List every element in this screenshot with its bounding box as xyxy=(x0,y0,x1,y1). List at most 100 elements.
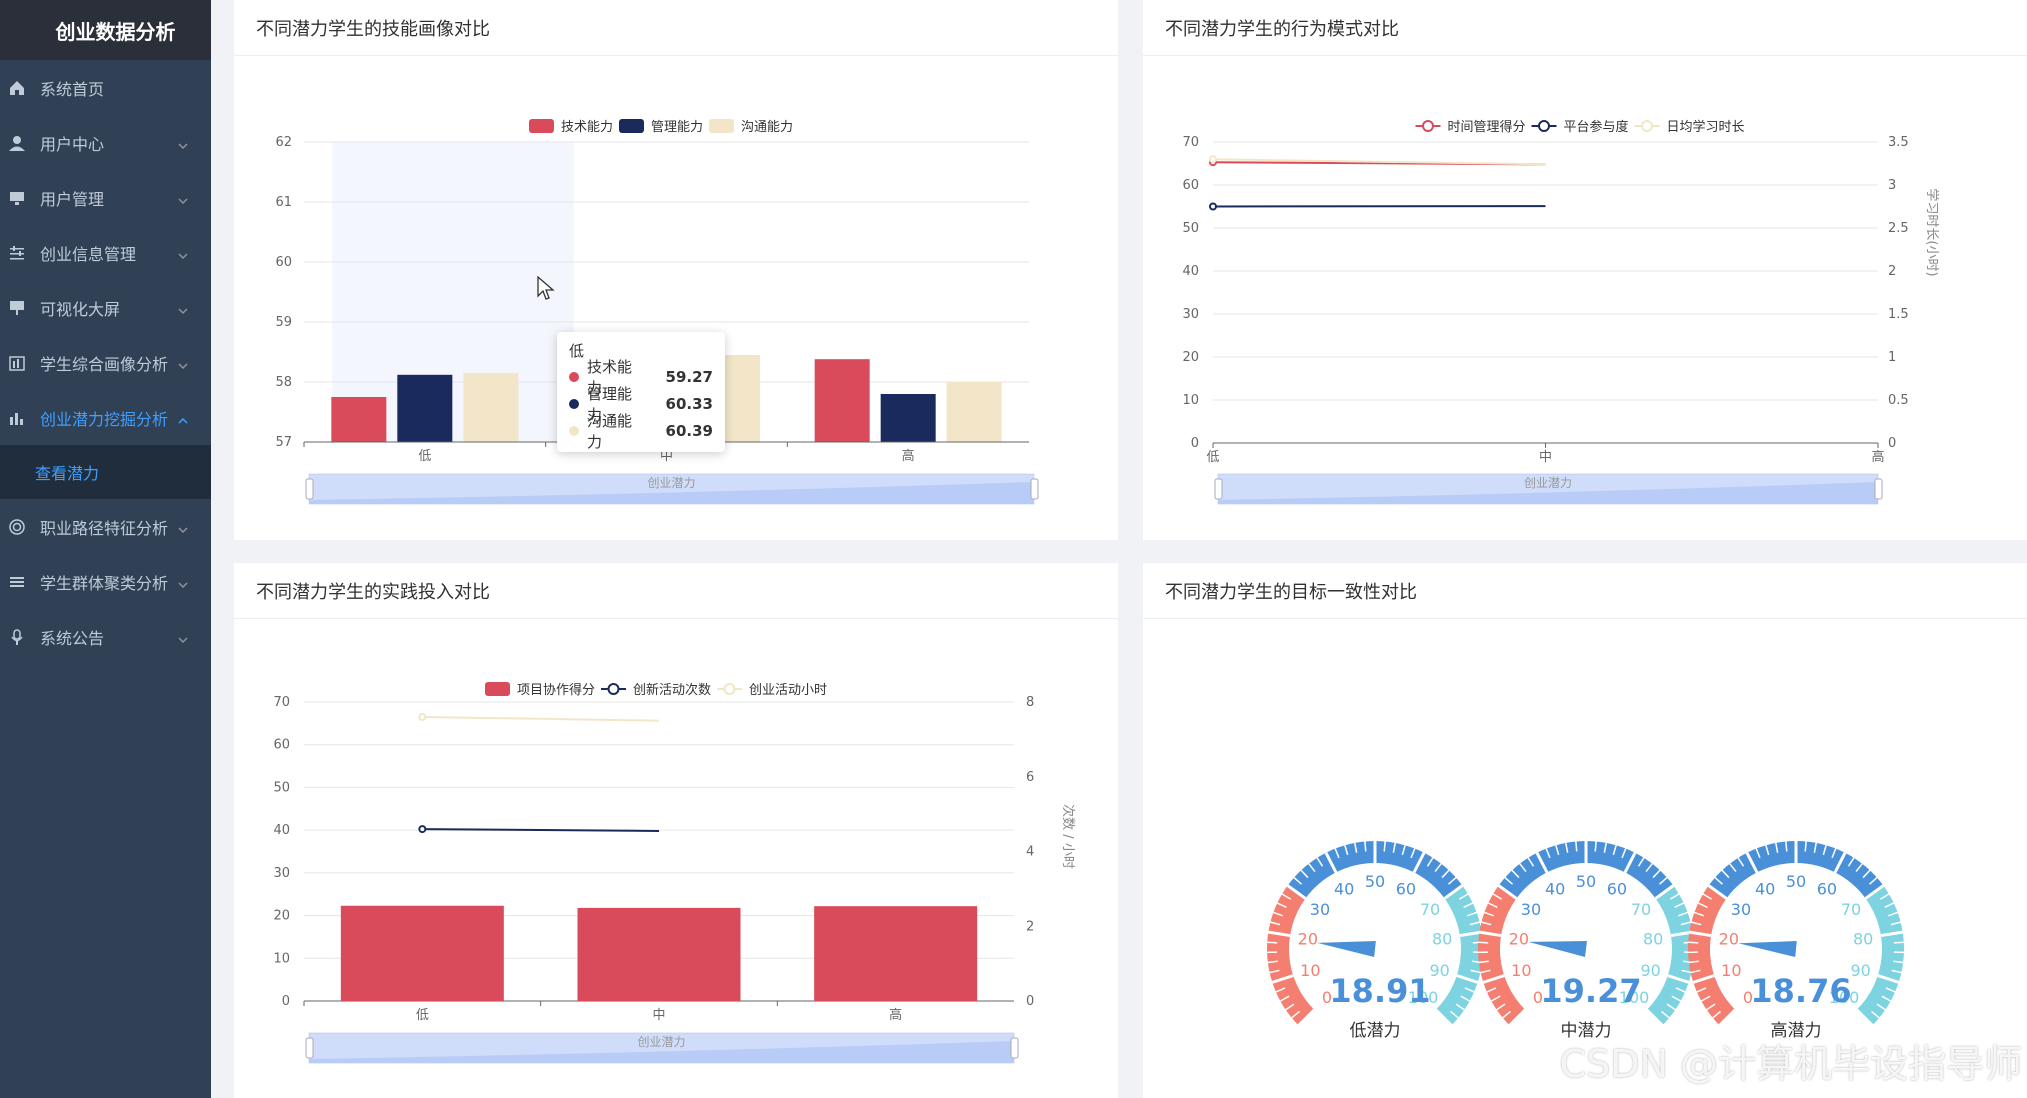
y2-tick-label: 2.5 xyxy=(1888,221,1909,236)
tooltip-row: 沟通能力 60.39 xyxy=(569,412,713,451)
sidebar-item-8[interactable]: 学生群体聚类分析 xyxy=(0,554,211,609)
chevron-down-icon xyxy=(177,247,189,259)
legend-item[interactable]: 管理能力 xyxy=(619,119,703,135)
goal-card: 不同潜力学生的目标一致性对比 0 10 20 30 40 50 60 70 80 90 100 18.… xyxy=(1143,563,2027,1098)
y-tick-label: 61 xyxy=(275,195,292,210)
y-tick-label: 60 xyxy=(1182,178,1199,193)
sidebar-item-label: 创业潜力挖掘分析 xyxy=(40,409,169,429)
sidebar-item-9[interactable]: 系统公告 xyxy=(0,609,211,664)
gauge-0[interactable]: 010203040 50 6070809010018.91低潜力 xyxy=(1267,841,1483,1041)
chevron-down-icon xyxy=(177,521,189,533)
sidebar-item-label: 用户中心 xyxy=(40,134,105,154)
y-tick-label: 30 xyxy=(1182,307,1199,322)
practice-chart[interactable]: 项目协作得分 创新活动次数 创业活动小时 0 10 20 30 40 50 60 70 0 2 4 6 8 次数… xyxy=(234,619,1118,1098)
legend-item[interactable]: 技术能力 xyxy=(529,119,613,135)
bar-0-0[interactable] xyxy=(331,397,387,442)
data-zoom-slider[interactable]: 创业潜力 xyxy=(305,1032,1019,1064)
legend-marker xyxy=(607,683,620,695)
gauge-value: 19.27 xyxy=(1540,972,1641,1010)
tooltip-series-value: 59.27 xyxy=(665,367,713,386)
home-icon xyxy=(8,79,26,97)
data-zoom-handle-left[interactable] xyxy=(1214,478,1223,500)
chevron-up-icon xyxy=(177,412,189,424)
legend-marker xyxy=(1422,120,1434,132)
legend-item[interactable]: 项目协作得分 xyxy=(485,682,595,698)
legend-item[interactable]: 创业活动小时 xyxy=(717,683,827,698)
gauge-tick-label: 70 xyxy=(1420,900,1440,919)
goal-card-title: 不同潜力学生的目标一致性对比 xyxy=(1143,563,2027,619)
y-tick-label: 30 xyxy=(273,866,290,881)
gauge-tick-label: 60 xyxy=(1817,879,1837,898)
chevron-down-icon xyxy=(177,357,189,369)
gauge-2[interactable]: 010203040 50 6070809010018.76高潜力 xyxy=(1688,841,1904,1041)
legend-label: 管理能力 xyxy=(651,120,703,135)
x-tick-label: 高 xyxy=(902,448,915,464)
data-zoom-slider[interactable]: 创业潜力 xyxy=(1214,473,1883,505)
y2-tick-label: 1.5 xyxy=(1888,307,1909,322)
bar-2-0[interactable] xyxy=(463,373,519,442)
series-point-2[interactable] xyxy=(1209,155,1217,164)
sidebar-item-7[interactable]: 职业路径特征分析 xyxy=(0,499,211,554)
sidebar-item-4[interactable]: 可视化大屏 xyxy=(0,280,211,335)
gauge-tick-label: 80 xyxy=(1432,929,1452,948)
goal-chart[interactable]: 010203040 50 6070809010018.91低潜力010203040 5… xyxy=(1143,619,2027,1098)
data-zoom-slider[interactable]: 创业潜力 xyxy=(305,473,1039,505)
legend-item[interactable]: 平台参与度 xyxy=(1531,119,1629,135)
sidebar-item-label: 学生群体聚类分析 xyxy=(40,573,169,593)
gauge-tick-label: 30 xyxy=(1310,900,1330,919)
bar-1-2[interactable] xyxy=(880,394,936,442)
sidebar-item-3[interactable]: 创业信息管理 xyxy=(0,225,211,280)
series-point-1[interactable] xyxy=(418,825,427,834)
legend-label: 时间管理得分 xyxy=(1448,119,1526,135)
y2-axis-label: 次数 / 小时 xyxy=(1060,804,1076,869)
monitor-icon xyxy=(8,189,26,207)
series-point-1[interactable] xyxy=(1209,202,1217,211)
legend-swatch xyxy=(529,119,554,133)
data-zoom-handle-left[interactable] xyxy=(305,478,314,500)
y2-tick-label: 0.5 xyxy=(1888,393,1909,408)
gauge-tick-label: 80 xyxy=(1853,929,1873,948)
legend-item[interactable]: 时间管理得分 xyxy=(1415,119,1526,135)
data-zoom-handle-left[interactable] xyxy=(305,1037,314,1059)
gauge-band xyxy=(1856,885,1904,1026)
tooltip-dot xyxy=(569,371,579,382)
gauge-name: 低潜力 xyxy=(1350,1021,1401,1041)
gauge-tick-label: 10 xyxy=(1300,961,1320,980)
data-zoom-label: 创业潜力 xyxy=(637,1035,685,1049)
skill-chart[interactable]: 技术能力 管理能力 沟通能力575859606162低中高创业潜力 xyxy=(234,56,1118,540)
legend-item[interactable]: 日均学习时长 xyxy=(1634,119,1745,135)
legend-item[interactable]: 创新活动次数 xyxy=(601,682,711,698)
bar-0-2[interactable] xyxy=(814,359,870,442)
sidebar-subitem-view-potential[interactable]: 查看潜力 xyxy=(0,445,211,499)
bar-0-1[interactable] xyxy=(577,907,741,1001)
sidebar-item-5[interactable]: 学生综合画像分析 xyxy=(0,335,211,390)
mic-icon xyxy=(8,628,26,646)
behavior-chart[interactable]: 时间管理得分 平台参与度 日均学习时长 0 10 20 30 40 50 60 70 0 0.5 1 1.5… xyxy=(1143,56,2027,540)
series-line-1[interactable] xyxy=(422,828,660,832)
bar-1-0[interactable] xyxy=(397,374,453,442)
tooltip-series-name: 沟通能力 xyxy=(587,411,633,451)
gauge-tick xyxy=(1383,841,1386,852)
gauge-1[interactable]: 010203040 50 6070809010019.27中潜力 xyxy=(1478,841,1694,1041)
sidebar-item-1[interactable]: 用户中心 xyxy=(0,115,211,170)
data-zoom-handle-right[interactable] xyxy=(1030,478,1039,500)
sidebar-item-0[interactable]: 系统首页 xyxy=(0,60,211,115)
series-line-2[interactable] xyxy=(422,715,660,722)
bar-0-0[interactable] xyxy=(340,905,504,1001)
y2-tick-label: 0 xyxy=(1888,436,1896,451)
bar-2-2[interactable] xyxy=(946,382,1002,442)
gauge-pointer xyxy=(1738,941,1797,957)
gauge-tick-label: 90 xyxy=(1850,961,1870,980)
gauge-tick-label: 30 xyxy=(1521,900,1541,919)
data-zoom-handle-right[interactable] xyxy=(1010,1037,1019,1059)
legend-item[interactable]: 沟通能力 xyxy=(709,119,793,135)
data-zoom-handle-right[interactable] xyxy=(1874,478,1883,500)
bar-0-2[interactable] xyxy=(814,906,978,1001)
y-tick-label: 70 xyxy=(273,695,290,710)
sidebar-item-2[interactable]: 用户管理 xyxy=(0,170,211,225)
series-point-2[interactable] xyxy=(418,712,427,721)
sidebar-item-6[interactable]: 创业潜力挖掘分析 xyxy=(0,390,211,445)
y2-tick-label: 3.5 xyxy=(1888,135,1909,150)
chevron-down-icon xyxy=(177,192,189,204)
gauge-band xyxy=(1435,885,1483,1026)
